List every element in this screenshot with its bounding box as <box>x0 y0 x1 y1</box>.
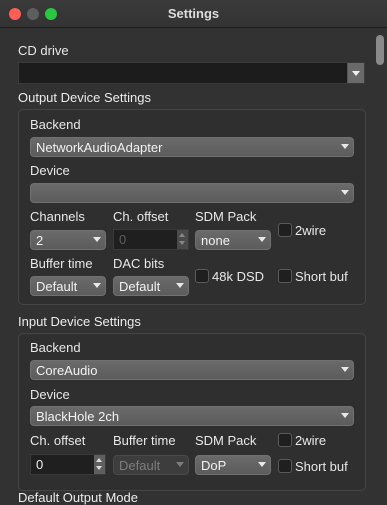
input-sdm-pack-label: SDM Pack <box>195 433 257 448</box>
input-ch-offset-value: 0 <box>36 457 44 472</box>
input-2wire-label: 2wire <box>295 433 327 448</box>
output-48k-dsd-checkbox[interactable] <box>195 269 209 283</box>
input-backend-select[interactable]: CoreAudio <box>30 360 354 380</box>
output-section-title: Output Device Settings <box>18 90 151 105</box>
input-device-label: Device <box>30 387 70 402</box>
output-buffer-time-label: Buffer time <box>30 256 93 271</box>
chevron-down-icon <box>93 237 101 242</box>
output-short-buf-checkbox[interactable] <box>278 269 292 283</box>
output-backend-value: NetworkAudioAdapter <box>36 140 163 155</box>
chevron-down-icon <box>341 367 349 372</box>
cd-drive-label: CD drive <box>18 43 69 58</box>
chevron-down-icon <box>341 413 349 418</box>
output-sdm-pack-label: SDM Pack <box>195 209 257 224</box>
output-ch-offset-value: 0 <box>119 232 127 247</box>
output-channels-label: Channels <box>30 209 85 224</box>
chevron-down-icon <box>176 283 184 288</box>
input-backend-label: Backend <box>30 340 81 355</box>
output-2wire-label: 2wire <box>295 223 327 238</box>
chevron-down-icon <box>93 283 101 288</box>
input-sdm-pack-value: DoP <box>201 458 227 473</box>
output-ch-offset-label: Ch. offset <box>113 209 169 224</box>
chevron-down-icon <box>258 237 266 242</box>
cd-drive-select[interactable] <box>18 62 365 84</box>
chevron-down-icon <box>341 190 349 195</box>
output-sdm-pack-select[interactable]: none <box>195 230 271 250</box>
input-buffer-time-select[interactable]: Default <box>113 455 189 475</box>
stepper-arrows-icon[interactable] <box>94 455 105 474</box>
input-ch-offset-label: Ch. offset <box>30 433 86 448</box>
output-buffer-time-select[interactable]: Default <box>30 276 106 296</box>
chevron-down-icon <box>341 144 349 149</box>
output-backend-label: Backend <box>30 117 81 132</box>
input-sdm-pack-select[interactable]: DoP <box>195 455 271 475</box>
output-dac-bits-label: DAC bits <box>113 256 165 271</box>
chevron-down-icon <box>176 462 184 467</box>
output-sdm-pack-value: none <box>201 233 230 248</box>
output-ch-offset-stepper[interactable]: 0 <box>113 229 189 250</box>
output-dac-bits-select[interactable]: Default <box>113 276 189 296</box>
output-short-buf-label: Short buf <box>295 269 348 284</box>
output-device-label: Device <box>30 163 70 178</box>
input-2wire-checkbox[interactable] <box>278 433 292 447</box>
output-dac-bits-value: Default <box>119 279 161 294</box>
input-device-select[interactable]: BlackHole 2ch <box>30 406 354 426</box>
output-buffer-time-value: Default <box>36 279 78 294</box>
input-ch-offset-stepper[interactable]: 0 <box>30 454 106 475</box>
output-device-select[interactable] <box>30 183 354 203</box>
input-buffer-time-value: Default <box>119 458 161 473</box>
output-2wire-checkbox[interactable] <box>278 223 292 237</box>
output-backend-select[interactable]: NetworkAudioAdapter <box>30 137 354 157</box>
output-channels-select[interactable]: 2 <box>30 230 106 250</box>
stepper-arrows-icon[interactable] <box>177 230 188 249</box>
default-output-mode-title: Default Output Mode <box>18 490 138 505</box>
window-title: Settings <box>167 6 220 21</box>
chevron-down-icon <box>258 462 266 467</box>
input-buffer-time-label: Buffer time <box>113 433 176 448</box>
chevron-down-icon <box>347 63 364 83</box>
input-short-buf-label: Short buf <box>295 459 348 474</box>
output-channels-value: 2 <box>36 233 44 248</box>
input-device-value: BlackHole 2ch <box>36 409 120 424</box>
vertical-scrollbar[interactable] <box>375 30 385 499</box>
output-48k-dsd-label: 48k DSD <box>212 269 265 284</box>
input-backend-value: CoreAudio <box>36 363 98 378</box>
scrollbar-thumb[interactable] <box>376 35 384 65</box>
input-short-buf-checkbox[interactable] <box>278 459 292 473</box>
title-bar: Settings <box>0 0 387 28</box>
input-section-title: Input Device Settings <box>18 314 141 329</box>
